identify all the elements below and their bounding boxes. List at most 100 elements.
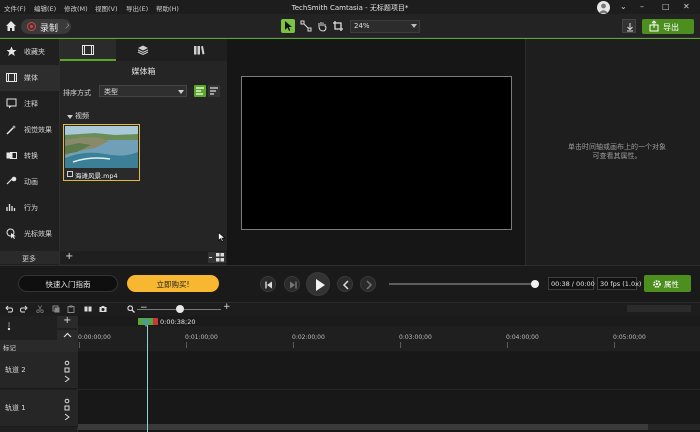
playback-progress-knob[interactable] [531, 280, 539, 288]
star-icon [6, 46, 17, 57]
buy-now-label: 立即购买! [156, 280, 190, 289]
playhead-out-handle[interactable] [153, 318, 158, 325]
ruler-band [78, 326, 700, 351]
animation-icon [6, 176, 17, 187]
clip-thumbnail [65, 126, 138, 168]
ruler-tick-label: 0:01:00;00 [185, 334, 218, 341]
paste-icon[interactable] [67, 305, 75, 313]
record-icon [27, 22, 36, 31]
maximize-icon[interactable]: □ [662, 2, 670, 11]
undo-icon[interactable] [5, 305, 14, 313]
track-area[interactable] [78, 352, 700, 432]
sidebar-item-behaviors[interactable]: 行为 [0, 195, 59, 221]
zoom-value: 24% [354, 22, 370, 30]
properties-button-label: 属性 [664, 280, 679, 289]
bin-view-toggle-button[interactable] [208, 252, 226, 263]
chevron-down-icon[interactable] [67, 115, 73, 119]
close-icon[interactable]: ✕ [683, 2, 690, 11]
sidebar-item-cursor-effects[interactable]: 光标效果 [0, 221, 59, 247]
transition-icon [6, 150, 17, 161]
sidebar-item-animations[interactable]: 动画 [0, 169, 59, 195]
track-label: 轨道 2 [5, 366, 26, 374]
clip-name: 海滩风景.mp4 [75, 172, 118, 180]
chevron-down-icon [178, 90, 184, 94]
previous-marker-button[interactable] [337, 276, 353, 292]
next-marker-button[interactable] [360, 276, 376, 292]
track-controls-icon [64, 360, 70, 382]
quickstart-label: 快速入门指南 [45, 280, 91, 289]
ruler-tick-label: 0:03:00;00 [399, 334, 432, 341]
grid-view-icon[interactable] [194, 85, 206, 97]
minimize-icon[interactable]: – [640, 2, 644, 11]
playback-progress-track[interactable] [389, 283, 535, 285]
home-icon[interactable] [5, 20, 17, 32]
timeline-zoom-knob[interactable] [176, 305, 184, 313]
timeline-scrollbar-top[interactable] [627, 305, 691, 312]
zoom-search-icon[interactable] [127, 305, 135, 313]
ruler-tick [79, 342, 80, 348]
ruler-tick [293, 342, 294, 348]
copy-icon[interactable] [52, 305, 60, 313]
cut-icon[interactable] [36, 305, 44, 314]
media-bin-title: 媒体箱 [131, 67, 156, 76]
more-label: 更多 [22, 255, 36, 263]
add-track-button[interactable]: + [57, 315, 78, 328]
tab-media-bin[interactable] [60, 39, 116, 61]
media-bin-footer [60, 251, 227, 264]
add-media-icon[interactable]: + [65, 251, 73, 262]
track-divider [78, 389, 700, 390]
step-forward-button[interactable] [284, 276, 300, 292]
cursor-effect-icon [6, 228, 17, 239]
track-label: 轨道 1 [5, 404, 26, 412]
track-controls-icon [64, 398, 70, 420]
redo-icon[interactable] [19, 305, 28, 313]
ruler-tick-label: 0:00:00;00 [78, 334, 111, 341]
sidebar-item-favorites[interactable]: 收藏夹 [0, 39, 59, 65]
behavior-icon [6, 202, 17, 213]
play-button[interactable] [306, 272, 330, 296]
download-button[interactable] [622, 19, 636, 33]
sidebar-item-annotations[interactable]: 注释 [0, 91, 59, 117]
select-tool-icon[interactable] [281, 19, 295, 33]
step-back-button[interactable] [260, 276, 276, 292]
group-label-video: 视频 [75, 112, 89, 120]
properties-hint: 单击时间轴或画布上的一个对象 可查看其属性。 [537, 143, 697, 161]
properties-hint-line2: 可查看其属性。 [592, 152, 642, 160]
film-icon [6, 72, 17, 83]
marker-label: 标记 [3, 344, 16, 352]
track-header-1[interactable]: 轨道 1 [0, 390, 78, 427]
camera-icon[interactable] [99, 305, 107, 313]
sidebar-item-media[interactable]: 媒体 [0, 65, 59, 91]
zoom-out-icon[interactable]: − [140, 303, 148, 313]
wand-icon [6, 124, 17, 135]
sidebar-item-visual-effects[interactable]: 视觉效果 [0, 117, 59, 143]
preview-canvas[interactable] [241, 76, 512, 230]
split-icon[interactable] [84, 305, 92, 313]
ruler-tick [186, 342, 187, 348]
timeline-lock-icon[interactable] [5, 320, 13, 334]
mouse-pointer-icon [218, 231, 226, 242]
user-avatar[interactable] [597, 1, 610, 14]
plus-icon: + [63, 315, 72, 326]
playhead-line [147, 325, 148, 432]
tab-books[interactable] [193, 45, 205, 55]
ruler-tick [400, 342, 401, 348]
track-header-2[interactable]: 轨道 2 [0, 352, 78, 389]
chevron-down-icon[interactable]: ⌄ [620, 2, 627, 11]
playhead-time: 0:00:38;20 [160, 318, 196, 326]
zoom-in-icon[interactable]: + [223, 302, 231, 312]
ruler-tick-label: 0:04:00;00 [506, 334, 539, 341]
export-label: 导出 [663, 23, 679, 32]
app-title: TechSmith Camtasia - 无标题项目* [291, 4, 409, 12]
sidebar-item-transitions[interactable]: 转换 [0, 143, 59, 169]
path-tool-icon[interactable] [300, 20, 312, 32]
hand-tool-icon[interactable] [316, 20, 328, 32]
timeline-scrollbar-thumb[interactable] [78, 424, 648, 430]
fps-value: 30 fps (1.0x) [600, 280, 642, 288]
ruler-tick [507, 342, 508, 348]
sort-label: 排序方式 [63, 89, 91, 97]
list-view-icon[interactable] [208, 85, 220, 97]
tab-library[interactable] [137, 45, 149, 56]
crop-tool-icon[interactable] [332, 20, 344, 32]
time-value: 00:38 / 00:00 [551, 280, 595, 288]
